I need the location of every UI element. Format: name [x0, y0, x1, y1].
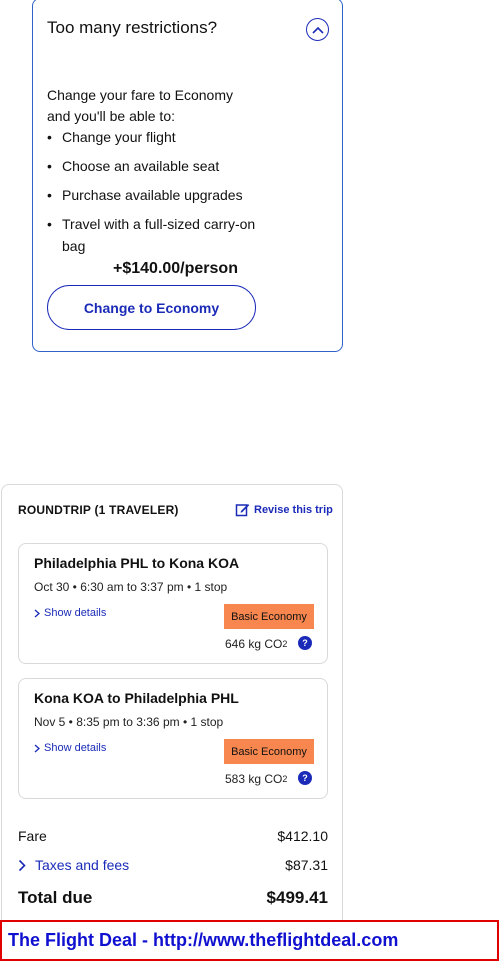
- emissions-text: 583 kg CO: [225, 772, 283, 786]
- emissions-value: 646 kg CO 2: [225, 637, 287, 651]
- watermark-banner: The Flight Deal - http://www.theflightde…: [0, 920, 499, 961]
- edit-icon: [235, 504, 250, 517]
- emissions-subscript: 2: [282, 639, 288, 649]
- taxes-value: $87.31: [285, 857, 328, 873]
- show-details-link[interactable]: Show details: [34, 607, 106, 619]
- flight-route: Kona KOA to Philadelphia PHL: [34, 690, 239, 706]
- benefits-list: • Change your flight • Choose an available…: [47, 126, 307, 264]
- show-details-label: Show details: [44, 607, 107, 619]
- benefit-item: • Travel with a full-sized carry-on bag: [47, 216, 256, 254]
- total-value: $499.41: [266, 888, 328, 907]
- emissions-text: 646 kg CO: [225, 637, 283, 651]
- chevron-right-icon: [34, 609, 40, 617]
- upsell-price: +$140.00/person: [113, 260, 238, 277]
- flight-card-outbound: Philadelphia PHL to Kona KOA Oct 30 • 6:…: [18, 543, 328, 664]
- fare-class-badge: Basic Economy: [224, 739, 314, 764]
- collapse-button[interactable]: [306, 18, 329, 41]
- taxes-row: Taxes and fees $87.31: [18, 857, 328, 873]
- fare-upsell-card: Too many restrictions? Change your fare …: [32, 0, 343, 352]
- taxes-and-fees-toggle[interactable]: Taxes and fees: [18, 857, 129, 873]
- banner-text: The Flight Deal - http://www.theflightde…: [8, 930, 399, 950]
- emissions-subscript: 2: [282, 774, 288, 784]
- upsell-intro: Change your fare to Economy and you'll b…: [47, 87, 233, 124]
- chevron-right-icon: [34, 744, 40, 752]
- trip-summary-card: ROUNDTRIP (1 TRAVELER) Revise this trip …: [1, 484, 343, 929]
- fare-value: $412.10: [277, 828, 328, 844]
- help-icon[interactable]: ?: [298, 771, 312, 785]
- flight-card-return: Kona KOA to Philadelphia PHL Nov 5 • 8:3…: [18, 678, 328, 799]
- benefit-item: • Change your flight: [47, 129, 176, 145]
- fare-row: Fare $412.10: [18, 828, 328, 844]
- revise-trip-link[interactable]: Revise this trip: [235, 502, 333, 517]
- total-label: Total due: [18, 888, 93, 907]
- fare-class-badge: Basic Economy: [224, 604, 314, 629]
- taxes-label: Taxes and fees: [35, 857, 130, 873]
- upsell-title: Too many restrictions?: [47, 18, 218, 37]
- show-details-label: Show details: [44, 742, 107, 754]
- trip-header: ROUNDTRIP (1 TRAVELER): [18, 503, 179, 517]
- show-details-link[interactable]: Show details: [34, 742, 106, 754]
- total-row: Total due $499.41: [18, 888, 328, 908]
- help-icon[interactable]: ?: [298, 636, 312, 650]
- flight-times: Nov 5 • 8:35 pm to 3:36 pm • 1 stop: [34, 715, 224, 729]
- benefit-item: • Choose an available seat: [47, 158, 220, 174]
- revise-trip-label: Revise this trip: [254, 503, 333, 516]
- change-to-economy-button[interactable]: Change to Economy: [47, 285, 256, 330]
- emissions-value: 583 kg CO 2: [225, 772, 287, 786]
- chevron-right-icon: [18, 859, 26, 871]
- flight-times: Oct 30 • 6:30 am to 3:37 pm • 1 stop: [34, 580, 228, 594]
- flight-route: Philadelphia PHL to Kona KOA: [34, 555, 240, 571]
- fare-label: Fare: [18, 828, 47, 844]
- chevron-up-icon: [311, 26, 324, 34]
- benefit-item: • Purchase available upgrades: [47, 187, 243, 203]
